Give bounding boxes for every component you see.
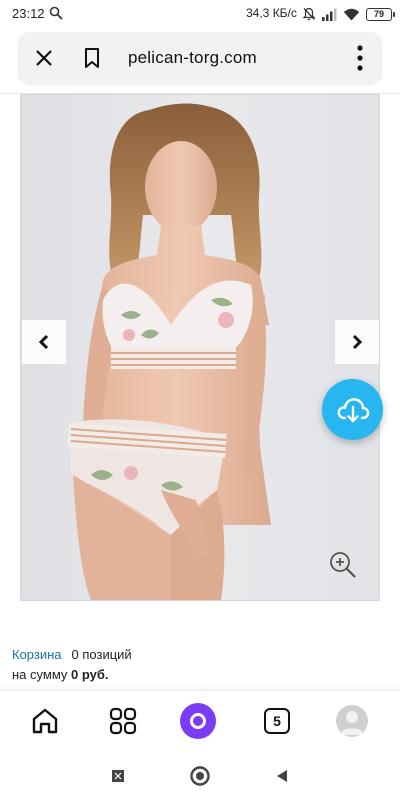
cart-line: Корзина 0 позиций	[12, 645, 392, 663]
status-icons: 79	[302, 5, 395, 23]
cart-total-line: на сумму 0 руб.	[12, 667, 392, 685]
close-icon[interactable]	[34, 48, 54, 68]
alice-button[interactable]	[180, 703, 216, 739]
recents-button[interactable]	[106, 764, 130, 788]
cart-item-count: 0 позиций	[71, 646, 132, 662]
home-circle-icon	[190, 766, 210, 786]
status-bar: 23:12 34,3 КБ/с 79	[0, 0, 400, 28]
gallery-next-button[interactable]	[335, 320, 379, 364]
home-button[interactable]	[27, 703, 63, 739]
more-vert-icon[interactable]	[356, 44, 364, 72]
product-photo	[21, 95, 379, 600]
chevron-right-icon	[352, 334, 363, 350]
cloud-download-icon	[337, 397, 369, 422]
cart-link[interactable]: Корзина	[12, 647, 62, 662]
search-icon	[49, 6, 63, 20]
tabs-icon: 5	[264, 708, 290, 734]
mute-icon	[302, 7, 316, 21]
status-time: 23:12	[12, 6, 45, 21]
url-text[interactable]: pelican-torg.com	[128, 48, 257, 68]
system-back-button[interactable]	[270, 764, 294, 788]
battery-icon: 79	[366, 7, 395, 21]
apps-grid-icon	[109, 707, 137, 735]
cart-sum-prefix: на сумму	[12, 667, 68, 682]
browser-address-bar[interactable]: pelican-torg.com	[18, 32, 382, 84]
cart-sum-value: 0 руб.	[71, 667, 109, 682]
system-nav-bar	[0, 752, 400, 800]
apps-button[interactable]	[105, 703, 141, 739]
browser-bottom-nav: 5	[0, 690, 400, 752]
tabs-button[interactable]: 5	[259, 703, 295, 739]
product-image[interactable]	[20, 94, 380, 601]
network-speed: 34,3 КБ/с	[246, 6, 297, 20]
cart-summary: Корзина 0 позиций на сумму 0 руб.	[12, 645, 392, 685]
zoom-in-icon[interactable]	[328, 550, 358, 580]
gallery-prev-button[interactable]	[22, 320, 66, 364]
back-triangle-icon	[277, 770, 287, 782]
profile-avatar	[336, 705, 368, 737]
download-button[interactable]	[322, 379, 383, 440]
home-icon	[32, 708, 58, 734]
chevron-left-icon	[38, 334, 49, 350]
alice-icon	[180, 703, 216, 739]
recents-icon	[112, 770, 124, 782]
wifi-icon	[343, 8, 360, 20]
bookmark-icon[interactable]	[82, 47, 102, 69]
profile-button[interactable]	[334, 703, 370, 739]
signal-icon	[322, 8, 337, 21]
system-home-button[interactable]	[188, 764, 212, 788]
